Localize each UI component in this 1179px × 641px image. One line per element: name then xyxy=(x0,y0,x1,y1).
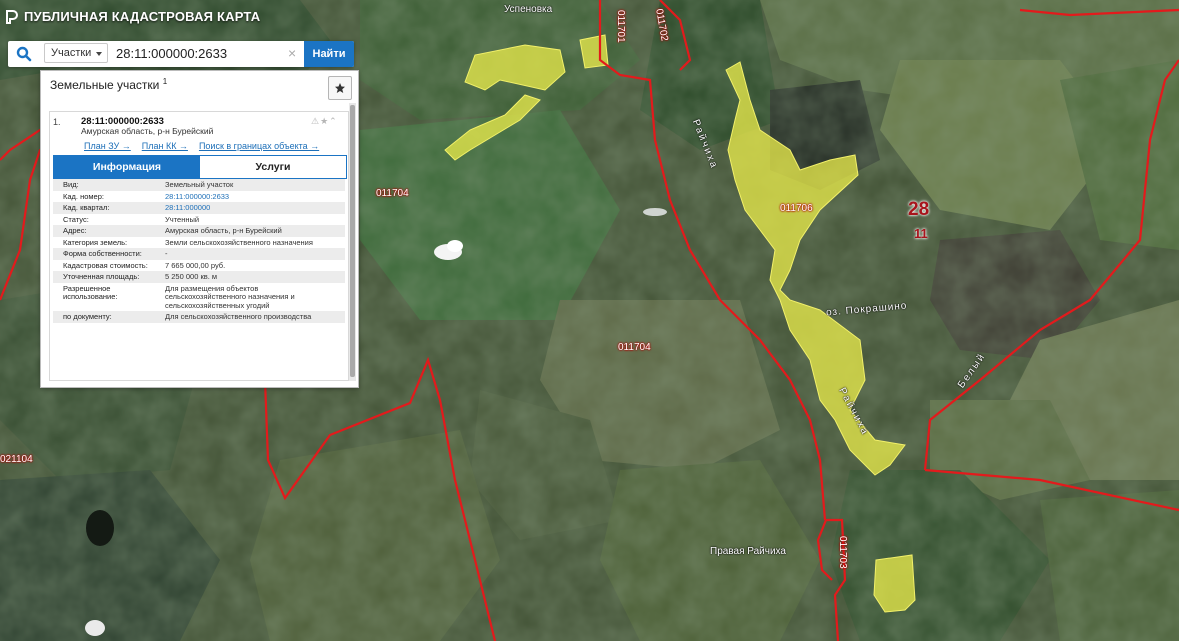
results-count: 1 xyxy=(162,77,168,86)
district-number: 11 xyxy=(914,226,928,241)
row-key: Вид: xyxy=(53,179,157,191)
object-type-select[interactable]: Участки xyxy=(44,43,108,63)
row-value: - xyxy=(157,248,345,260)
favorite-button[interactable] xyxy=(328,76,352,100)
plan-kk-link[interactable]: План КК → xyxy=(142,141,188,151)
plan-zu-link[interactable]: План ЗУ → xyxy=(84,141,131,151)
region-number: 28 xyxy=(908,199,930,220)
search-in-bounds-link[interactable]: Поиск в границах объекта → xyxy=(199,141,319,151)
label-quarter-021104: 021104 xyxy=(0,454,33,465)
app-title: ПУБЛИЧНАЯ КАДАСТРОВАЯ КАРТА xyxy=(24,9,261,24)
label-quarter-011704-b: 011704 xyxy=(618,342,651,353)
chevron-down-icon xyxy=(96,52,102,56)
row-value: Для размещения объектов сельскохозяйстве… xyxy=(165,283,295,310)
info-tabs: Информация Услуги xyxy=(53,155,347,179)
row-key: Категория земель: xyxy=(63,237,128,247)
table-row: Категория земель: Земли сельскохозяйствен… xyxy=(53,237,345,249)
row-key: Форма собственности: xyxy=(53,248,157,260)
row-value: Учтенный xyxy=(165,214,200,224)
clear-icon[interactable]: × xyxy=(288,45,296,61)
table-row: Разрешенное использование: Для размещения… xyxy=(53,283,345,312)
object-type-value: Участки xyxy=(51,47,92,59)
table-row: Адрес: Амурская область, р-н Бурейский xyxy=(53,225,345,237)
label-pravaya-raychikha: Правая Райчиха xyxy=(710,546,786,557)
search-input[interactable] xyxy=(114,43,308,63)
search-icon[interactable] xyxy=(16,46,32,62)
table-row: Кад. номер: 28:11:000000:2633 xyxy=(53,191,345,203)
table-row: по документу: Для сельскохозяйственного п… xyxy=(53,311,345,323)
table-row: Вид: Земельный участок xyxy=(53,179,345,191)
row-value: 5 250 000 кв. м xyxy=(157,271,345,283)
table-row: Уточненная площадь: 5 250 000 кв. м xyxy=(53,271,345,283)
label-quarter-011703: 011703 xyxy=(837,536,848,569)
row-key: Адрес: xyxy=(53,225,157,237)
row-value[interactable]: 28:11:000000:2633 xyxy=(157,191,345,203)
tab-services[interactable]: Услуги xyxy=(200,156,346,178)
app-logo-icon xyxy=(6,9,18,24)
result-item-number: 1. xyxy=(53,117,61,127)
app-header: ПУБЛИЧНАЯ КАДАСТРОВАЯ КАРТА xyxy=(6,9,260,24)
label-quarter-011704-a: 011704 xyxy=(376,188,409,199)
row-value: Земли сельскохозяйственного назначения xyxy=(165,237,313,247)
label-quarter-011701: 011701 xyxy=(615,10,626,43)
table-row: Форма собственности: - xyxy=(53,248,345,260)
info-table: Вид: Земельный участок Кад. номер: 28:11:0… xyxy=(53,179,345,323)
scrollbar-thumb[interactable] xyxy=(350,105,355,377)
search-button[interactable]: Найти xyxy=(304,41,354,67)
panel-heading: Земельные участки 1 xyxy=(50,77,167,92)
row-key: Кадастровая стоимость: xyxy=(63,260,148,270)
results-panel: Земельные участки 1 1. 28:11:000000:2633… xyxy=(40,70,359,388)
row-value: Амурская область, р-н Бурейский xyxy=(157,225,345,237)
label-uspenovka: Успеновка xyxy=(504,4,553,15)
table-row: Кад. квартал: 28:11:000000 xyxy=(53,202,345,214)
table-row: Кадастровая стоимость: 7 665 000,00 руб. xyxy=(53,260,345,272)
panel-heading-label: Земельные участки xyxy=(50,78,160,92)
row-value: Для сельскохозяйственного производства xyxy=(157,311,345,323)
result-links: План ЗУ → План КК → Поиск в границах объ… xyxy=(84,141,319,151)
row-value[interactable]: 28:11:000000 xyxy=(157,202,345,214)
search-bar: Участки × Найти xyxy=(8,41,354,67)
star-icon xyxy=(335,83,345,93)
row-key: Кад. квартал: xyxy=(53,202,157,214)
label-quarter-011706: 011706 xyxy=(780,203,813,214)
tab-information[interactable]: Информация xyxy=(54,156,200,178)
row-key: по документу: xyxy=(53,311,157,323)
row-key: Уточненная площадь: xyxy=(53,271,157,283)
row-key: Кад. номер: xyxy=(63,191,104,201)
result-item-address: Амурская область, р-н Бурейский xyxy=(81,126,214,136)
row-key: Разрешенное использование: xyxy=(63,283,118,301)
row-value: Земельный участок xyxy=(157,179,345,191)
row-value: 7 665 000,00 руб. xyxy=(165,260,226,270)
row-key: Статус: xyxy=(63,214,89,224)
result-item-actions-icons[interactable]: ⚠★⌃ xyxy=(311,116,338,127)
table-row: Статус: Учтенный xyxy=(53,214,345,226)
